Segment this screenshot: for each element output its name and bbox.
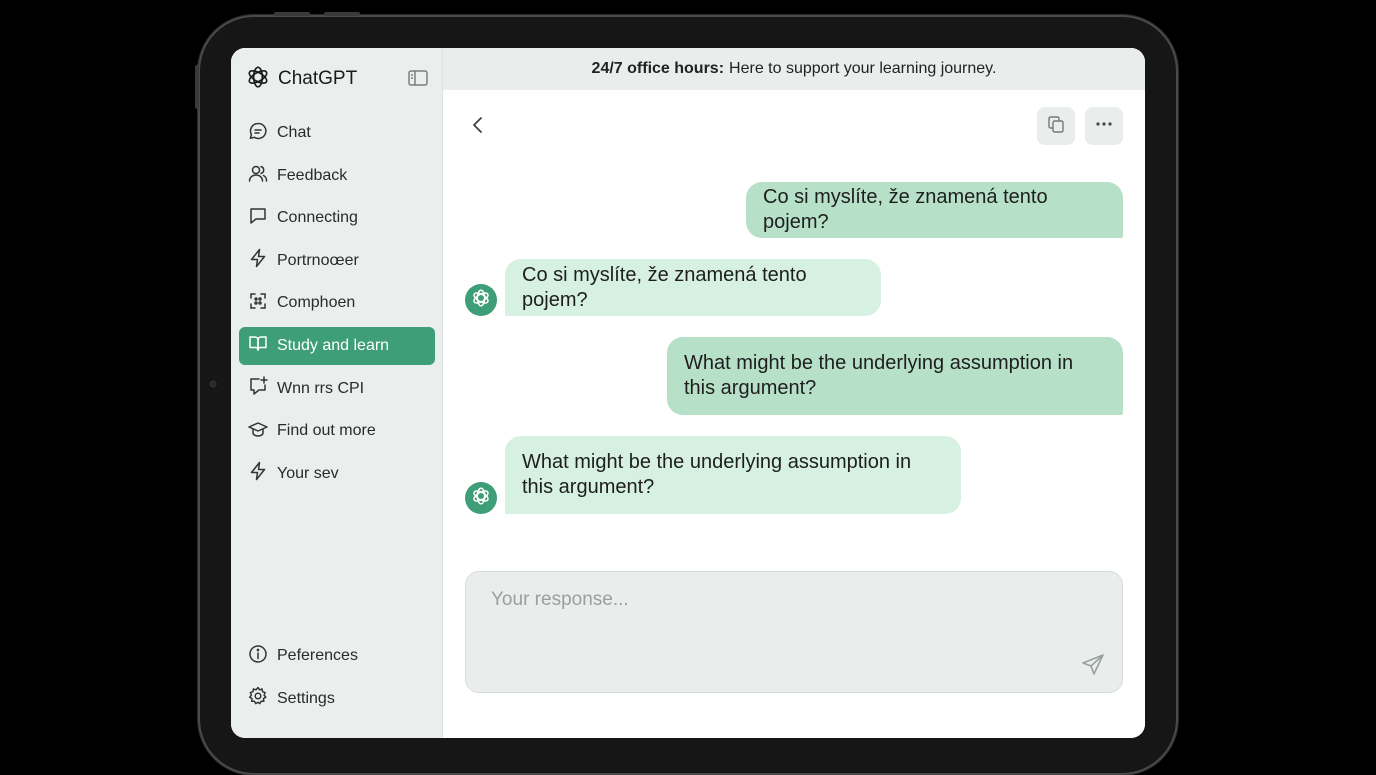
sidebar-item-comphoen[interactable]: Comphoen: [239, 284, 435, 322]
sidebar-item-portrnoser[interactable]: Portrnoœer: [239, 242, 435, 280]
lightning-icon: [248, 248, 268, 273]
info-icon: [248, 644, 268, 669]
brand[interactable]: ChatGPT: [245, 65, 357, 93]
sidebar-item-label: Feedback: [277, 166, 348, 184]
banner-text: Here to support your learning journey.: [729, 60, 997, 77]
copy-button[interactable]: [1037, 107, 1075, 145]
assistant-avatar: [465, 284, 497, 316]
sidebar-item-label: Connecting: [277, 209, 358, 227]
send-icon: [1080, 654, 1106, 682]
assistant-message: What might be the underlying assumption …: [505, 436, 961, 514]
sidebar-item-label: Your sev: [277, 464, 339, 482]
lightning-icon: [248, 461, 268, 486]
openai-logo-icon: [470, 287, 492, 314]
sidebar-nav: Chat Feedback Connecting Portrnoœer Comp…: [239, 114, 435, 497]
assistant-avatar: [465, 482, 497, 514]
message-text: Co si myslíte, že znamená tento pojem?: [763, 186, 1048, 233]
sidebar-item-preferences[interactable]: Peferences: [239, 637, 435, 675]
sidebar-toggle-icon: [407, 70, 429, 92]
copy-icon: [1046, 114, 1066, 139]
sidebar-toggle-button[interactable]: [407, 68, 429, 88]
sidebar-item-study-and-learn[interactable]: Study and learn: [239, 326, 435, 365]
sidebar: ChatGPT Chat Feedback Connecting Portrno…: [231, 48, 443, 738]
chat-main: 24/7 office hours: Here to support your …: [443, 48, 1145, 738]
graduation-cap-icon: [248, 419, 268, 444]
sidebar-item-label: Peferences: [277, 647, 358, 664]
screen: ChatGPT Chat Feedback Connecting Portrno…: [231, 48, 1145, 738]
sidebar-footer: Peferences Settings: [239, 637, 435, 722]
message-square-icon: [248, 206, 268, 231]
send-button[interactable]: [1080, 652, 1106, 678]
user-message: What might be the underlying assumption …: [667, 337, 1123, 415]
sidebar-item-label: Study and learn: [277, 336, 390, 354]
response-input[interactable]: [489, 588, 1053, 612]
sidebar-item-label: Settings: [277, 689, 335, 707]
response-composer: [465, 571, 1123, 693]
openai-logo-icon: [470, 485, 492, 512]
sidebar-item-label: Comphoen: [277, 294, 356, 312]
more-horizontal-icon: [1094, 114, 1114, 139]
sidebar-item-your-sev[interactable]: Your sev: [239, 455, 435, 493]
sidebar-item-find-out-more[interactable]: Find out more: [239, 412, 435, 450]
more-options-button[interactable]: [1085, 107, 1123, 145]
message-text: Co si myslíte, že znamená tento pojem?: [522, 263, 807, 311]
banner-title: 24/7 office hours:: [591, 60, 725, 77]
back-button[interactable]: [465, 112, 491, 138]
chevron-left-icon: [465, 117, 491, 142]
users-icon: [248, 163, 268, 188]
openai-logo-icon: [245, 64, 271, 95]
sidebar-item-connecting[interactable]: Connecting: [239, 199, 435, 237]
scan-icon: [248, 291, 268, 316]
book-open-icon: [248, 333, 268, 358]
sidebar-item-label: Wnn rrs CPI: [277, 379, 365, 397]
message-text: What might be the underlying assumption …: [684, 352, 1074, 399]
message-plus-icon: [248, 376, 268, 401]
sidebar-item-chat[interactable]: Chat: [239, 114, 435, 152]
user-message: Co si myslíte, že znamená tento pojem?: [746, 182, 1123, 238]
assistant-message: Co si myslíte, že znamená tento pojem?: [505, 259, 881, 316]
sidebar-item-settings[interactable]: Settings: [239, 680, 435, 718]
office-hours-banner: 24/7 office hours: Here to support your …: [443, 48, 1145, 90]
sidebar-item-label: Find out more: [277, 422, 376, 440]
sidebar-item-label: Chat: [277, 124, 311, 141]
app-name: ChatGPT: [278, 68, 358, 89]
volume-button: [195, 65, 199, 109]
message-text: What might be the underlying assumption …: [522, 451, 912, 498]
sidebar-item-label: Portrnoœer: [277, 251, 359, 269]
chat-bubble-icon: [248, 121, 268, 146]
gear-icon: [248, 686, 268, 711]
front-camera: [209, 380, 217, 388]
sidebar-item-feedback[interactable]: Feedback: [239, 157, 435, 195]
sidebar-item-wnn-rrs-cpi[interactable]: Wnn rrs CPI: [239, 370, 435, 408]
